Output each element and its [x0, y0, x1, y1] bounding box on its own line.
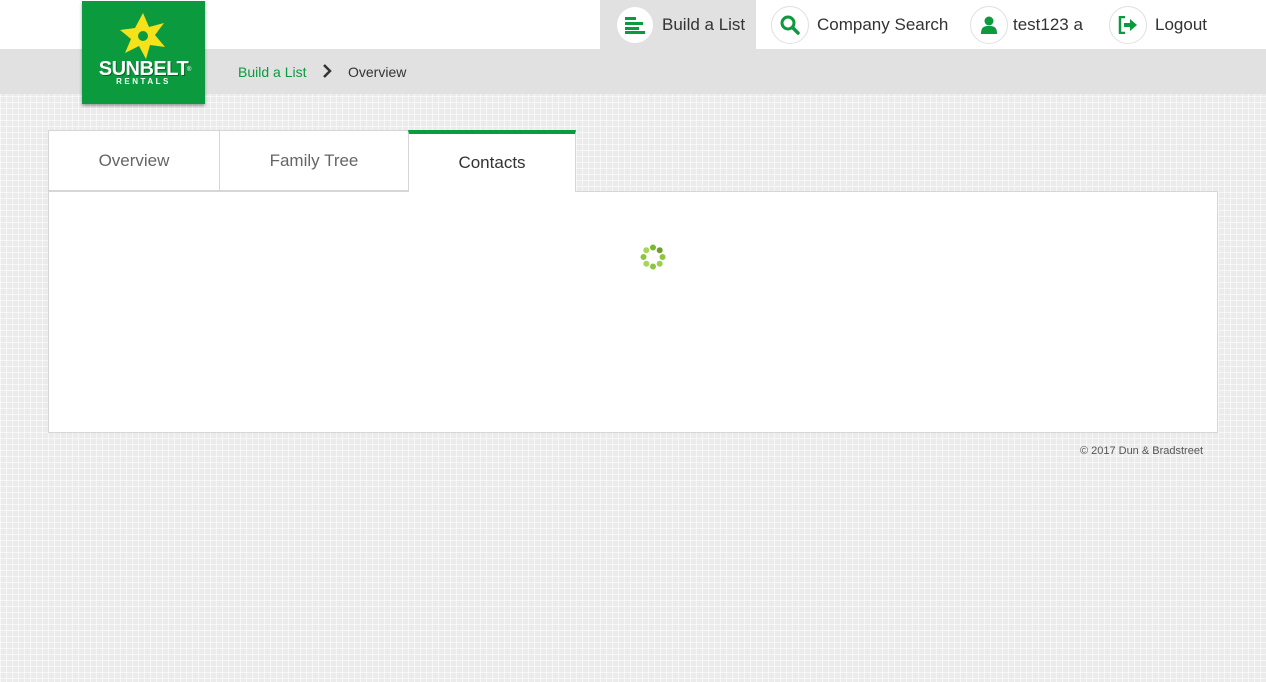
footer-copyright: © 2017 Dun & Bradstreet [1079, 445, 1203, 457]
nav-build-a-list-label: Build a List [662, 14, 746, 34]
sun-icon [120, 13, 165, 59]
tab-family-tree[interactable]: Family Tree [219, 130, 409, 191]
registered-mark: ® [187, 67, 192, 73]
breadcrumb-build-a-list[interactable]: Build a List [238, 64, 306, 80]
list-icon [616, 5, 654, 44]
nav-logout-label: Logout [1155, 14, 1207, 34]
chevron-right-icon [322, 63, 332, 84]
nav-user-label: test123 a [1013, 14, 1083, 34]
nav-company-search-label: Company Search [817, 14, 949, 34]
nav-build-a-list[interactable]: Build a List [600, 0, 756, 49]
user-icon [970, 5, 1008, 44]
loading-spinner-icon [640, 244, 666, 275]
tab-contacts[interactable]: Contacts [408, 130, 576, 192]
nav-user-profile[interactable]: test123 a [970, 0, 1083, 49]
tab-overview[interactable]: Overview [48, 130, 220, 191]
search-icon [771, 5, 809, 44]
nav-logout[interactable]: Logout [1109, 0, 1207, 49]
breadcrumb-overview: Overview [348, 64, 407, 80]
logo-tagline: RENTALS [116, 77, 171, 86]
contacts-panel [48, 191, 1218, 433]
sunbelt-logo[interactable]: SUNBELT RENTALS [82, 1, 205, 104]
nav-company-search[interactable]: Company Search [771, 0, 948, 49]
logout-icon [1109, 5, 1147, 44]
